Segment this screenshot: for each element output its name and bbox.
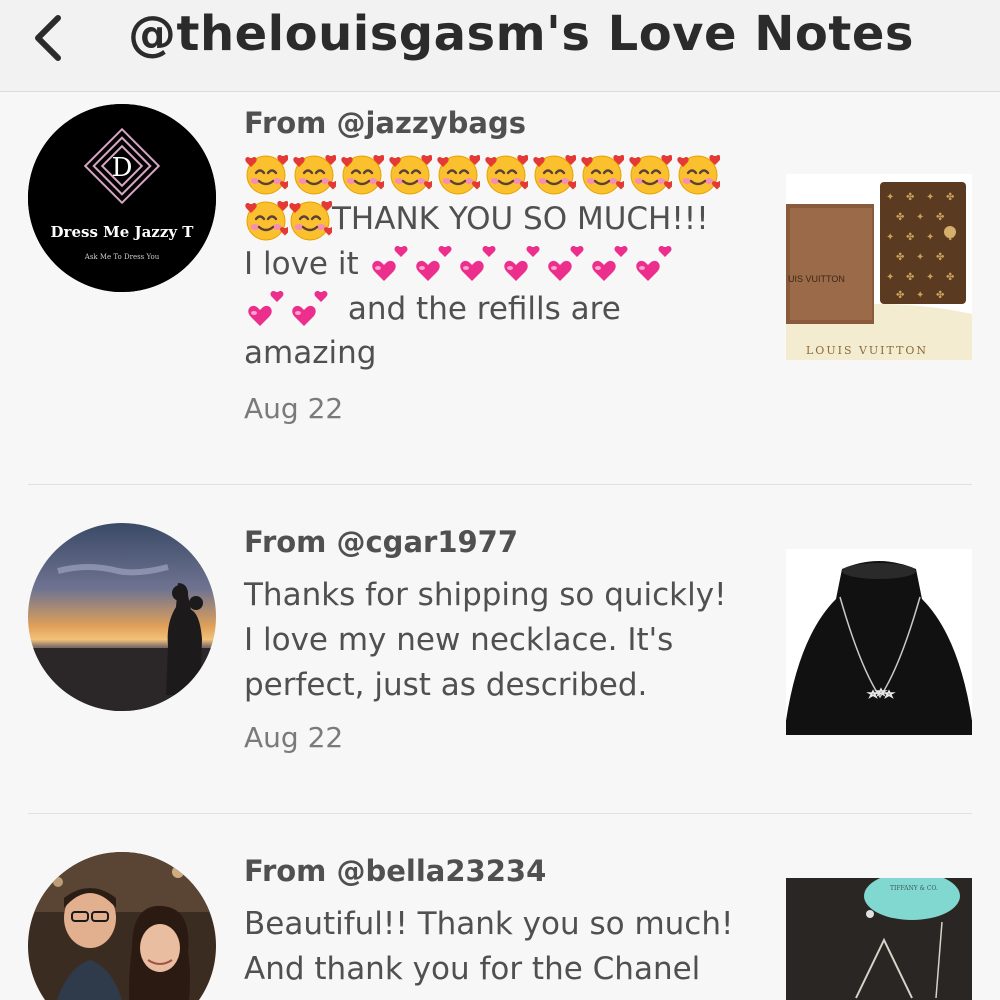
svg-text:Dress Me Jazzy T: Dress Me Jazzy T [51, 223, 195, 241]
svg-text:✦: ✦ [886, 192, 894, 203]
two-hearts-emoji [632, 243, 676, 287]
two-hearts-emoji [544, 243, 588, 287]
svg-text:✤: ✤ [906, 272, 914, 283]
two-hearts-emoji [500, 243, 544, 287]
avatar-logo-image: D Dress Me Jazzy T Ask Me To Dress You [28, 104, 216, 292]
tiffany-product-image: TIFFANY & CO. [786, 878, 972, 1000]
note-sender[interactable]: From @jazzybags [244, 106, 526, 140]
smiling-face-with-hearts-emoji [484, 152, 528, 196]
svg-text:✤: ✤ [946, 272, 954, 283]
note-message: Beautiful!! Thank you so much! And thank… [244, 906, 734, 987]
two-hearts-emoji [412, 243, 456, 287]
two-hearts-emoji [288, 288, 332, 332]
smiling-face-with-hearts-emoji [244, 198, 288, 242]
svg-text:✤: ✤ [896, 252, 904, 263]
smiling-face-with-hearts-emoji [388, 152, 432, 196]
message-text: and the refills are [347, 291, 621, 327]
svg-text:✤: ✤ [936, 252, 944, 263]
emoji-row [244, 152, 754, 196]
message-line: THANK YOU SO MUCH!!! [244, 196, 754, 241]
note-sender[interactable]: From @cgar1977 [244, 525, 518, 559]
svg-text:✦: ✦ [916, 252, 924, 263]
svg-text:✦: ✦ [886, 272, 894, 283]
avatar-couple-photo [28, 852, 216, 1000]
svg-text:UIS VUITTON: UIS VUITTON [788, 274, 845, 284]
svg-text:✤: ✤ [946, 192, 954, 203]
note-message: Thanks for shipping so quickly! I love m… [244, 577, 727, 703]
smiling-face-with-hearts-emoji [340, 152, 384, 196]
necklace-product-image [786, 549, 972, 735]
love-note-item: D Dress Me Jazzy T Ask Me To Dress You F… [0, 0, 1000, 484]
note-date: Aug 22 [244, 392, 344, 425]
love-note-item: From @cgar1977 Thanks for shipping so qu… [0, 485, 1000, 813]
svg-text:✤: ✤ [936, 212, 944, 223]
avatar-jazzybags[interactable]: D Dress Me Jazzy T Ask Me To Dress You [28, 104, 216, 292]
note-message: THANK YOU SO MUCH!!! I love it and the r… [244, 152, 754, 376]
svg-text:✦: ✦ [926, 192, 934, 203]
smiling-face-with-hearts-emoji [580, 152, 624, 196]
svg-text:✤: ✤ [896, 290, 904, 301]
avatar-sunset-photo [28, 523, 216, 711]
svg-text:✦: ✦ [886, 232, 894, 243]
svg-text:Ask Me To Dress You: Ask Me To Dress You [84, 253, 160, 261]
avatar-bella23234[interactable] [28, 852, 216, 1000]
svg-text:✦: ✦ [926, 232, 934, 243]
two-hearts-emoji [588, 243, 632, 287]
smiling-face-with-hearts-emoji [292, 152, 336, 196]
message-text: I love it [244, 246, 359, 282]
item-thumbnail-planner[interactable]: UIS VUITTON ✦✤✦✤ ✤✦✤ ✦✤✦✤ ✤✦✤ ✦✤✦✤ ✤✦✤ L… [786, 174, 972, 360]
planner-product-image: UIS VUITTON ✦✤✦✤ ✤✦✤ ✦✤✦✤ ✤✦✤ ✦✤✦✤ ✤✦✤ L… [786, 174, 972, 360]
item-thumbnail-necklace[interactable] [786, 549, 972, 735]
message-line: I love it [244, 241, 754, 286]
note-sender[interactable]: From @bella23234 [244, 854, 546, 888]
two-hearts-emoji [244, 288, 288, 332]
svg-text:D: D [112, 153, 133, 183]
svg-text:LOUIS VUITTON: LOUIS VUITTON [806, 344, 928, 357]
two-hearts-emoji [368, 243, 412, 287]
love-note-item: From @bella23234 Beautiful!! Thank you s… [0, 814, 1000, 1000]
item-thumbnail-tiffany[interactable]: TIFFANY & CO. [786, 878, 972, 1000]
smiling-face-with-hearts-emoji [532, 152, 576, 196]
svg-text:✤: ✤ [936, 290, 944, 301]
smiling-face-with-hearts-emoji [628, 152, 672, 196]
svg-text:✦: ✦ [926, 272, 934, 283]
svg-text:TIFFANY & CO.: TIFFANY & CO. [890, 885, 938, 892]
note-date: Aug 22 [244, 721, 344, 754]
svg-text:✤: ✤ [906, 192, 914, 203]
svg-text:✦: ✦ [916, 290, 924, 301]
message-text: THANK YOU SO MUCH!!! [332, 201, 709, 237]
avatar-cgar1977[interactable] [28, 523, 216, 711]
svg-text:✦: ✦ [916, 212, 924, 223]
smiling-face-with-hearts-emoji [244, 152, 288, 196]
svg-text:✤: ✤ [906, 232, 914, 243]
message-text: amazing [244, 335, 377, 371]
two-hearts-emoji [456, 243, 500, 287]
smiling-face-with-hearts-emoji [436, 152, 480, 196]
smiling-face-with-hearts-emoji [676, 152, 720, 196]
smiling-face-with-hearts-emoji [288, 198, 332, 242]
message-line: and the refills are [244, 286, 754, 331]
svg-text:✤: ✤ [896, 212, 904, 223]
